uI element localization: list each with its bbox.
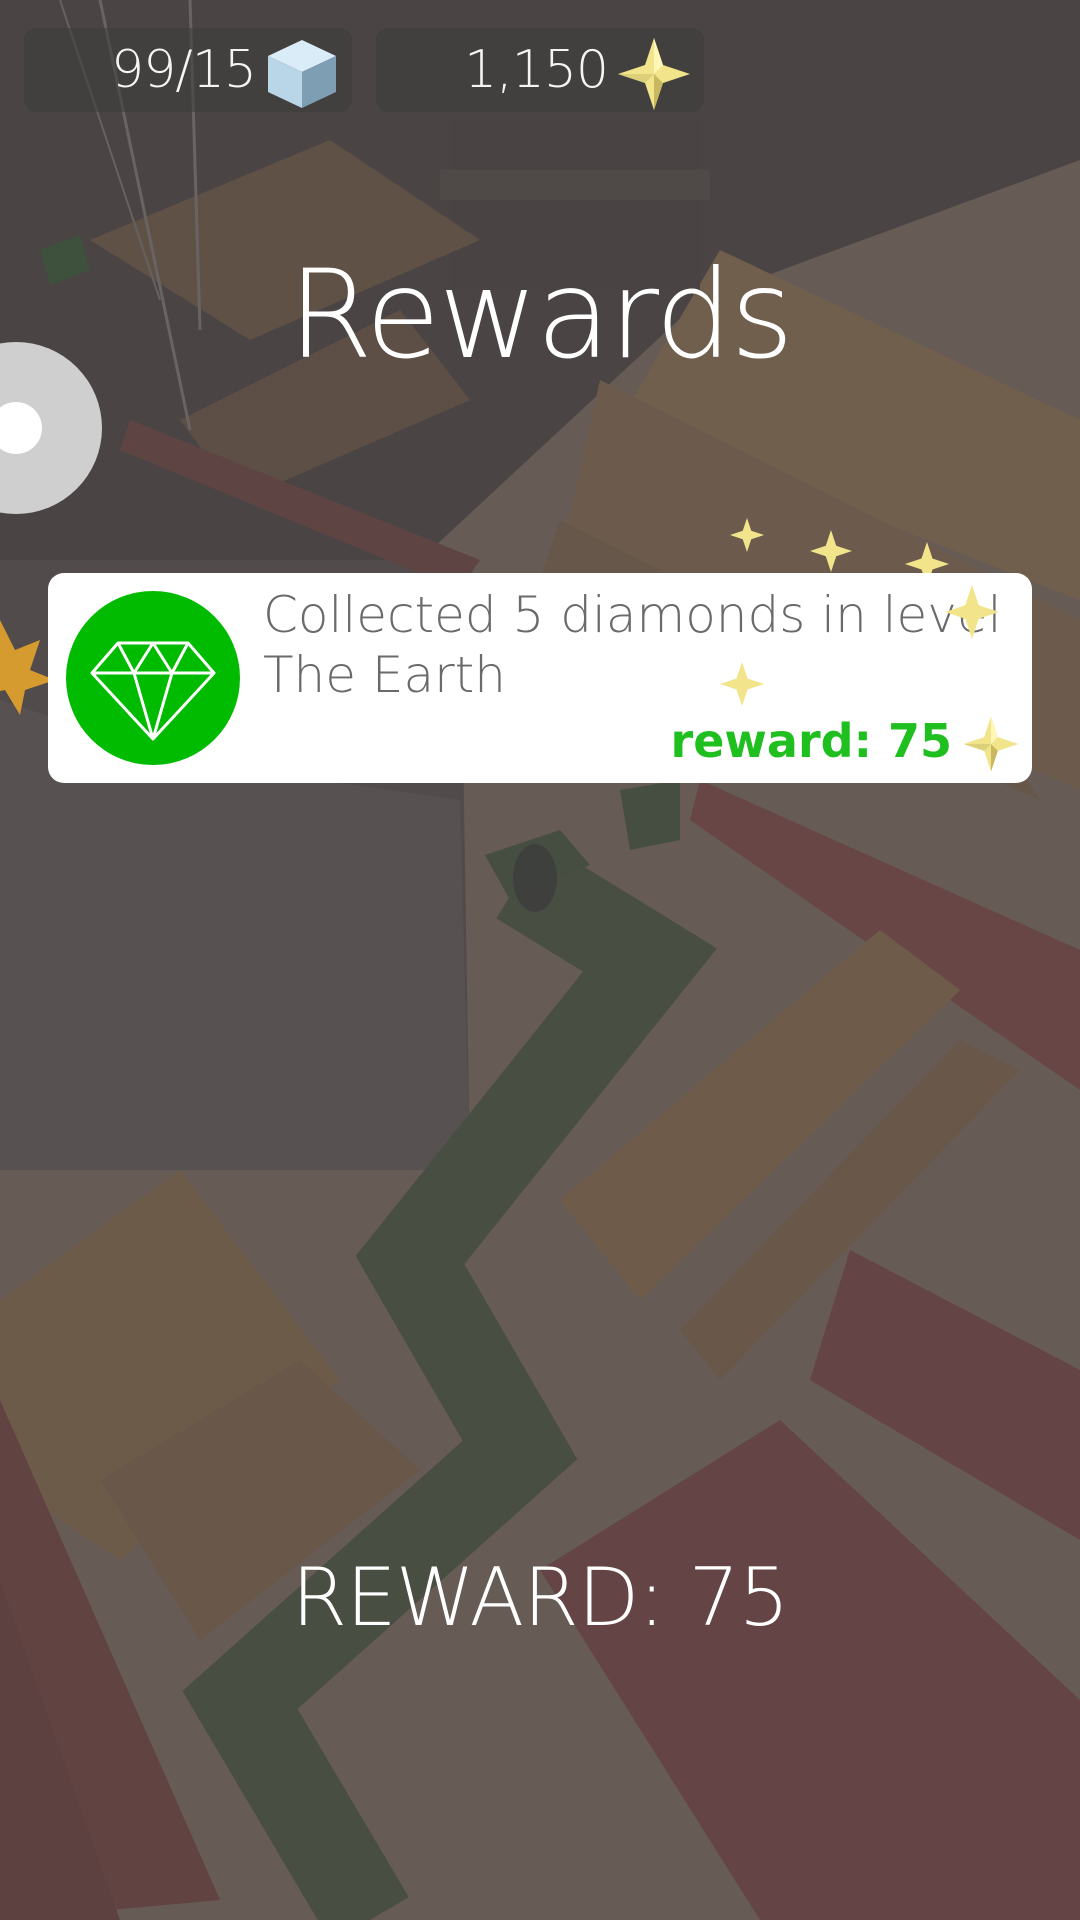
cube-icon xyxy=(268,40,336,108)
achievement-line-1: Collected 5 diamonds in level xyxy=(263,586,1002,644)
cubes-count: 99/15 xyxy=(111,40,257,100)
sparkle-icon xyxy=(945,585,999,639)
game-screen: 99/15 1,150 Rewards Collected 5 diamonds… xyxy=(0,0,1080,1920)
achievement-line-2: The Earth xyxy=(263,646,506,704)
diamond-icon xyxy=(90,641,216,741)
star-gem-icon xyxy=(618,38,690,110)
total-reward: REWARD: 75 xyxy=(291,1551,790,1644)
gems-counter: 1,150 xyxy=(376,28,704,112)
toggle-ring-center xyxy=(0,402,42,454)
star-gem-icon xyxy=(963,716,1019,772)
cubes-counter: 99/15 xyxy=(24,28,352,112)
sparkle-icon xyxy=(730,518,764,552)
achievement-badge xyxy=(66,591,240,765)
gems-count: 1,150 xyxy=(464,40,609,100)
achievement-card: Collected 5 diamonds in level The Earth … xyxy=(48,573,1032,783)
sparkle-icon xyxy=(720,662,764,706)
sparkle-icon xyxy=(810,530,852,572)
page-title: Rewards xyxy=(288,244,794,386)
achievement-reward: reward: 75 xyxy=(670,714,952,768)
achievement-description: Collected 5 diamonds in level The Earth xyxy=(263,585,1023,705)
